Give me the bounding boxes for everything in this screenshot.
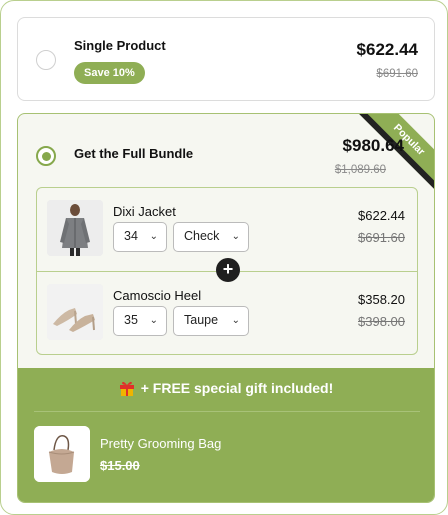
single-product-old-price: $691.60	[376, 68, 418, 80]
bundle-option[interactable]: Popular Get the Full Bundle $980.64 $1,0…	[17, 113, 435, 503]
chevron-down-icon: ⌄	[231, 315, 240, 326]
gift-old-price: $15.00	[100, 458, 140, 473]
item-name: Dixi Jacket	[113, 204, 176, 219]
color-select[interactable]: Taupe ⌄	[173, 306, 249, 336]
bag-icon	[34, 426, 90, 482]
chevron-down-icon: ⌄	[149, 315, 158, 326]
jacket-icon	[47, 200, 103, 256]
gift-heading-text: + FREE special gift included!	[140, 380, 334, 396]
single-product-radio[interactable]	[36, 50, 56, 70]
item-name: Camoscio Heel	[113, 288, 202, 303]
gift-icon	[119, 380, 135, 396]
bundle-item: Camoscio Heel 35 ⌄ Taupe ⌄ $358.20 $398.…	[37, 272, 417, 356]
bundle-offer-widget: Single Product Save 10% $622.44 $691.60 …	[0, 0, 448, 515]
color-select[interactable]: Check ⌄	[173, 222, 249, 252]
single-product-option[interactable]: Single Product Save 10% $622.44 $691.60	[17, 17, 435, 101]
heels-icon	[47, 284, 103, 340]
bundle-radio[interactable]	[36, 146, 56, 166]
bundle-price: $980.64	[342, 136, 404, 155]
item-old-price: $398.00	[358, 314, 405, 329]
single-product-title: Single Product	[74, 38, 166, 53]
size-select[interactable]: 35 ⌄	[113, 306, 167, 336]
gift-heading: + FREE special gift included!	[18, 380, 434, 396]
chevron-down-icon: ⌄	[149, 231, 158, 242]
size-select-value: 35	[124, 313, 138, 327]
item-old-price: $691.60	[358, 230, 405, 245]
size-select[interactable]: 34 ⌄	[113, 222, 167, 252]
color-select-value: Check	[184, 229, 220, 243]
bundle-items: Dixi Jacket 34 ⌄ Check ⌄ $622.44 $691.60…	[36, 187, 418, 355]
color-select-value: Taupe	[184, 313, 219, 327]
single-product-price: $622.44	[356, 40, 418, 59]
bundle-old-price: $1,089.60	[334, 164, 386, 176]
divider	[34, 411, 420, 412]
chevron-down-icon: ⌄	[231, 231, 240, 242]
gift-name: Pretty Grooming Bag	[100, 436, 222, 451]
plus-icon: +	[216, 258, 240, 282]
size-select-value: 34	[124, 229, 138, 243]
bundle-title: Get the Full Bundle	[74, 146, 194, 161]
free-gift-section: + FREE special gift included! Pretty Gro…	[18, 368, 434, 502]
item-price: $358.20	[358, 292, 405, 307]
item-price: $622.44	[358, 208, 405, 223]
save-badge: Save 10%	[74, 62, 145, 84]
